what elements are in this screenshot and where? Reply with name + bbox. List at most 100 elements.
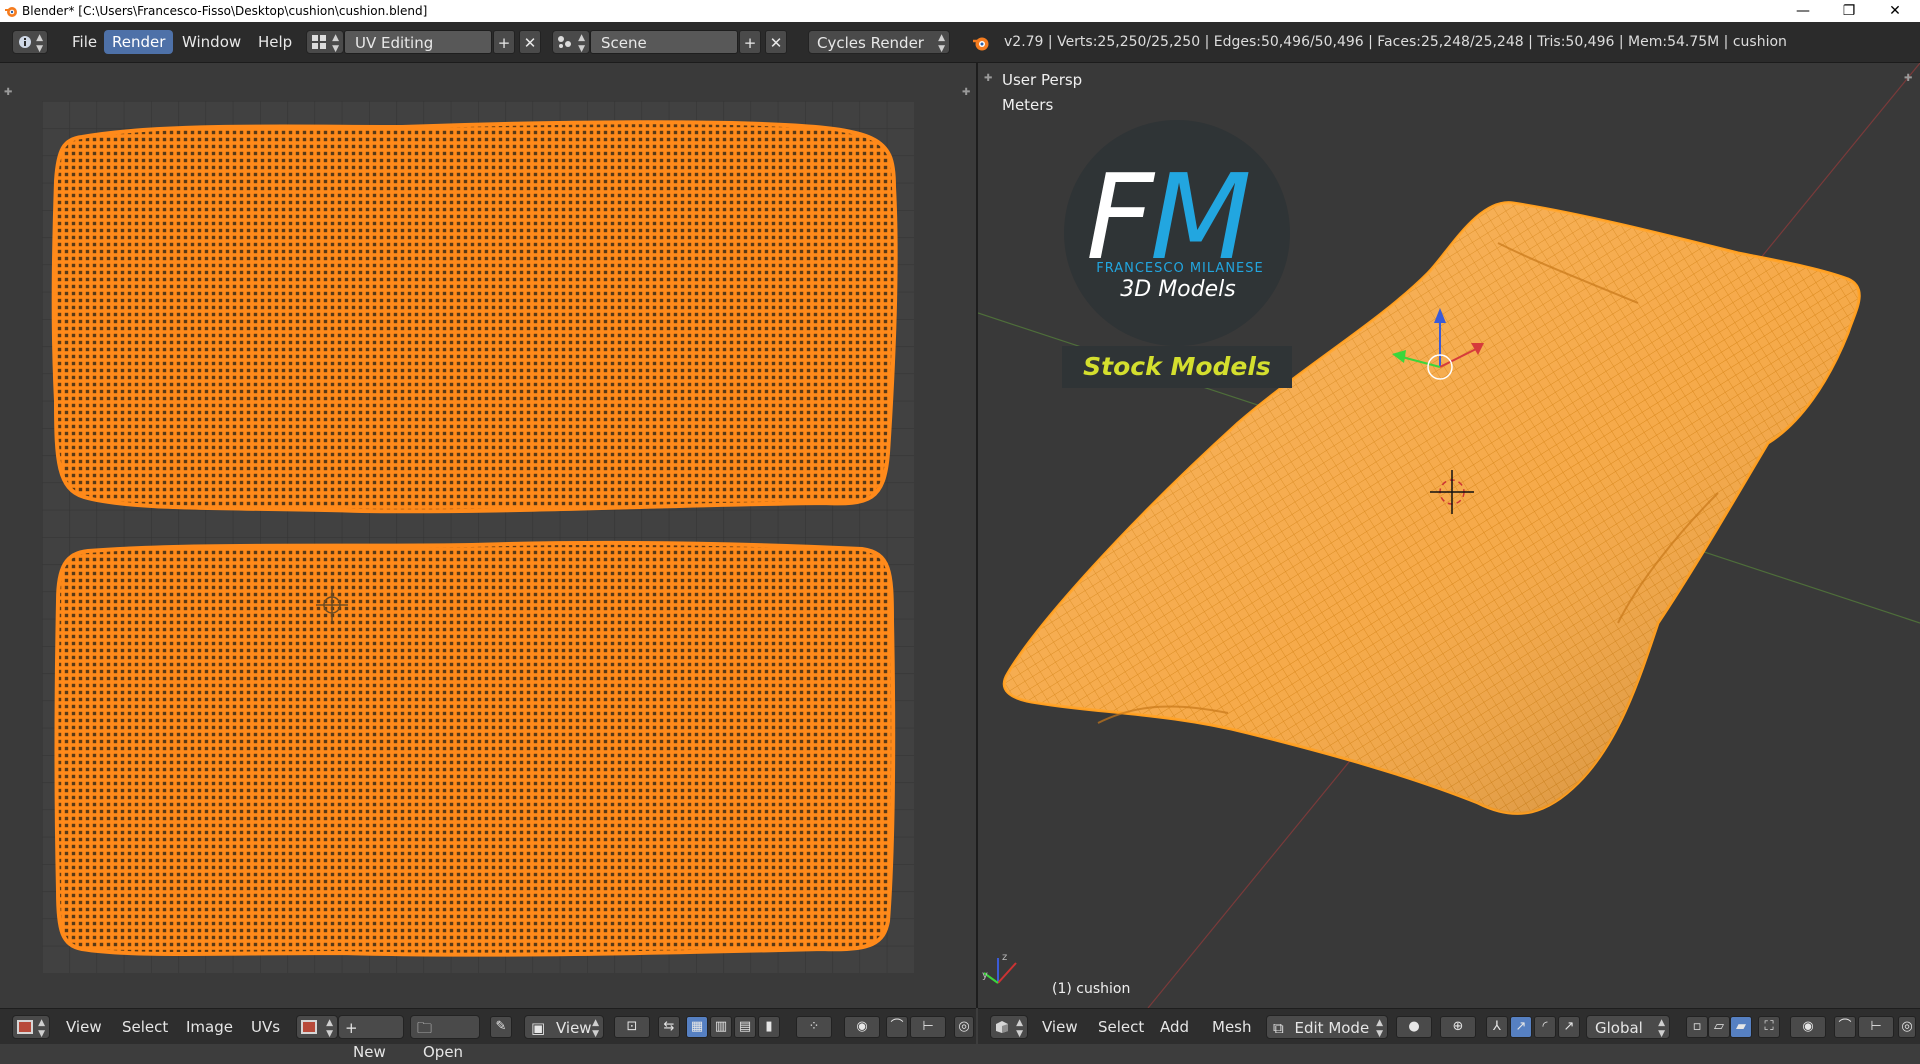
view-mode-icon: ▣ (531, 1019, 546, 1037)
updown-arrows-icon: ▲ ▼ (578, 33, 585, 54)
camera-icon: ◎ (958, 1019, 970, 1034)
menu-mesh[interactable]: Mesh (1212, 1015, 1252, 1039)
blender-logo-icon (973, 37, 989, 51)
editor-type-selector[interactable]: ▲ ▼ (12, 30, 48, 54)
translate-manipulator-button[interactable]: ↗ (1510, 1016, 1532, 1038)
view-mode-dropdown[interactable]: ▣ View ▲ ▼ (524, 1015, 604, 1039)
open-image-button[interactable]: 🗀 Open (410, 1015, 480, 1061)
logo-tagline: Stock Models (1062, 346, 1292, 388)
folder-icon: 🗀 (417, 1019, 433, 1037)
active-object-label: (1) cushion (1052, 981, 1131, 997)
logo-author-name: FRANCESCO MILANESE (1096, 261, 1264, 276)
uv-sync-button[interactable]: ⇆ (658, 1016, 680, 1038)
3d-viewport[interactable]: y z ✚ ✚ User Persp Meters FM FRANCESCO M… (978, 63, 1920, 1008)
render-engine-label: Cycles Render (817, 34, 924, 52)
opengl-render-button[interactable]: ◎ (1898, 1016, 1916, 1038)
editor-type-selector[interactable]: ▲ ▼ (990, 1015, 1028, 1039)
menu-uvs[interactable]: UVs (251, 1015, 280, 1039)
edge-select-icon: ▱ (1714, 1019, 1724, 1034)
uv-editor-header: ▲ ▼ View Select Image UVs ▲ ▼ + New 🗀 Open… (0, 1008, 976, 1061)
manipulator-icon: ⅄ (1493, 1019, 1501, 1034)
3d-view-cube-icon (996, 1021, 1008, 1033)
maximize-button[interactable]: ❐ (1826, 0, 1872, 22)
add-screen-button[interactable]: + (493, 30, 515, 54)
uv-island-bottom[interactable] (54, 540, 896, 957)
snap-button[interactable]: ⌒ (886, 1016, 908, 1038)
render-slot-button[interactable]: ◎ (954, 1016, 974, 1038)
mode-dropdown[interactable]: ⧉ Edit Mode ▲ ▼ (1266, 1015, 1388, 1039)
area-split-corner-icon[interactable]: ✚ (962, 87, 970, 98)
logo-monogram: FM (1086, 148, 1252, 286)
area-split-corner-icon[interactable]: ✚ (984, 73, 992, 84)
menu-select[interactable]: Select (1098, 1015, 1144, 1039)
scale-manipulator-button[interactable]: ↗ (1558, 1016, 1580, 1038)
vertex-select-icon: ▫ (1692, 1019, 1702, 1034)
menu-help[interactable]: Help (250, 30, 300, 54)
face-select-button[interactable]: ▰ (1730, 1016, 1752, 1038)
area-split-corner-icon[interactable]: ✚ (4, 87, 12, 98)
screen-layout-field[interactable]: UV Editing (344, 30, 492, 54)
limit-selection-button[interactable]: ⛶ (1758, 1016, 1780, 1038)
viewport-shading-dropdown[interactable]: ● (1396, 1016, 1432, 1038)
vertex-select-mode-button[interactable]: ▦ (686, 1016, 708, 1038)
screen-layout-browse[interactable]: ▲ ▼ (306, 30, 344, 54)
snap-element-icon: ⊢ (1870, 1019, 1882, 1034)
vertex-select-button[interactable]: ▫ (1686, 1016, 1708, 1038)
pivot-icon: ⊕ (1452, 1019, 1464, 1034)
sync-icon: ⇆ (663, 1019, 675, 1034)
delete-screen-button[interactable]: ✕ (519, 30, 541, 54)
snap-element-dropdown[interactable]: ⊢ (910, 1016, 946, 1038)
pin-image-button[interactable]: ✎ (490, 1016, 512, 1038)
menu-file[interactable]: File (64, 30, 105, 54)
add-scene-button[interactable]: + (739, 30, 761, 54)
proportional-edit-dropdown[interactable]: ◉ (844, 1016, 880, 1038)
updown-arrows-icon: ▲ ▼ (592, 1018, 599, 1039)
menu-image[interactable]: Image (186, 1015, 233, 1039)
editor-type-selector[interactable]: ▲ ▼ (12, 1015, 50, 1039)
axis-orientation-icon: y z (982, 952, 1017, 984)
blender-logo-icon (5, 7, 17, 17)
delete-scene-button[interactable]: ✕ (765, 30, 787, 54)
island-select-mode-button[interactable]: ▮ (758, 1016, 780, 1038)
pivot-point-dropdown[interactable]: ⊕ (1440, 1016, 1476, 1038)
mode-label: Edit Mode (1294, 1019, 1370, 1037)
scene-icon (558, 36, 571, 48)
sticky-select-dropdown[interactable]: ⁘ (796, 1016, 832, 1038)
render-engine-dropdown[interactable]: Cycles Render ▲ ▼ (808, 30, 950, 54)
menu-window[interactable]: Window (174, 30, 249, 54)
edge-select-mode-button[interactable]: ▥ (710, 1016, 732, 1038)
magnet-icon: ⌒ (1838, 1019, 1852, 1034)
menu-view[interactable]: View (66, 1015, 102, 1039)
image-browse[interactable]: ▲ ▼ (296, 1015, 338, 1039)
snap-button[interactable]: ⌒ (1834, 1016, 1856, 1038)
proportional-edit-dropdown[interactable]: ◉ (1790, 1016, 1826, 1038)
rotate-icon: ◜ (1542, 1019, 1548, 1034)
uv-image-editor[interactable]: ✚ ✚ (0, 63, 976, 1008)
manipulator-toggle-button[interactable]: ⅄ (1486, 1016, 1508, 1038)
new-image-label: New (353, 1043, 386, 1061)
menu-select[interactable]: Select (122, 1015, 168, 1039)
close-window-button[interactable]: ✕ (1872, 0, 1918, 22)
uv-canvas[interactable] (42, 101, 914, 973)
uv-island-top[interactable] (51, 120, 898, 514)
rotate-manipulator-button[interactable]: ◜ (1534, 1016, 1556, 1038)
x-icon: ✕ (523, 34, 537, 52)
minimize-button[interactable]: — (1780, 0, 1826, 22)
transform-orientation-dropdown[interactable]: Global ▲ ▼ (1586, 1015, 1670, 1039)
edge-select-button[interactable]: ▱ (1708, 1016, 1730, 1038)
pivot-dropdown[interactable]: ⊡ (614, 1016, 650, 1038)
face-select-icon: ▤ (738, 1019, 752, 1034)
snap-element-dropdown[interactable]: ⊢ (1858, 1016, 1894, 1038)
area-split-corner-icon[interactable]: ✚ (1904, 73, 1912, 84)
face-select-mode-button[interactable]: ▤ (734, 1016, 756, 1038)
scene-field[interactable]: Scene (590, 30, 738, 54)
scene-browse[interactable]: ▲ ▼ (552, 30, 590, 54)
menu-view[interactable]: View (1042, 1015, 1078, 1039)
scene-name: Scene (601, 34, 647, 52)
scene-statistics: v2.79 | Verts:25,250/25,250 | Edges:50,4… (1004, 34, 1787, 50)
info-icon (19, 36, 31, 48)
menu-render[interactable]: Render (104, 30, 174, 54)
scale-icon: ↗ (1563, 1019, 1575, 1034)
new-image-button[interactable]: + New (338, 1015, 404, 1061)
menu-add[interactable]: Add (1160, 1015, 1189, 1039)
